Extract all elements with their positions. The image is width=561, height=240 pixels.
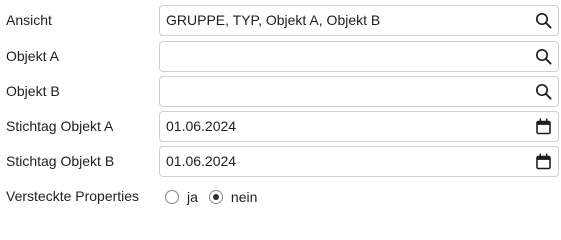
objekt-a-label: Objekt A xyxy=(6,48,59,64)
ansicht-field[interactable]: GRUPPE, TYP, Objekt A, Objekt B xyxy=(159,5,559,36)
search-icon[interactable] xyxy=(535,83,552,100)
radio-ja-label: ja xyxy=(187,188,198,205)
ansicht-row: Ansicht GRUPPE, TYP, Objekt A, Objekt B xyxy=(0,5,561,36)
stichtag-a-date-field[interactable]: 01.06.2024 xyxy=(159,111,559,142)
objekt-b-row: Objekt B xyxy=(0,76,561,107)
objekt-b-label: Objekt B xyxy=(6,83,60,99)
versteckte-properties-label: Versteckte Properties xyxy=(6,188,140,204)
objekt-a-field[interactable] xyxy=(159,41,559,72)
radio-ja[interactable] xyxy=(165,189,179,204)
search-icon[interactable] xyxy=(535,12,552,29)
radio-nein[interactable] xyxy=(208,189,223,204)
stichtag-b-row: Stichtag Objekt B 01.06.2024 xyxy=(0,146,561,177)
search-icon[interactable] xyxy=(535,48,552,65)
ansicht-label: Ansicht xyxy=(6,12,52,28)
stichtag-b-value: 01.06.2024 xyxy=(166,153,237,169)
stichtag-b-label: Stichtag Objekt B xyxy=(6,153,115,169)
versteckte-properties-radio-group: ja nein xyxy=(165,181,268,212)
objekt-b-field[interactable] xyxy=(159,76,559,107)
objekt-a-row: Objekt A xyxy=(0,41,561,72)
calendar-icon[interactable] xyxy=(535,153,552,170)
radio-option-nein[interactable]: nein xyxy=(208,188,258,205)
ansicht-value: GRUPPE, TYP, Objekt A, Objekt B xyxy=(166,12,381,28)
radio-option-ja[interactable]: ja xyxy=(165,189,198,205)
radio-nein-label: nein xyxy=(230,188,258,205)
stichtag-a-label: Stichtag Objekt A xyxy=(6,118,114,134)
stichtag-a-row: Stichtag Objekt A 01.06.2024 xyxy=(0,111,561,142)
properties-form: Ansicht GRUPPE, TYP, Objekt A, Objekt B … xyxy=(0,0,561,208)
stichtag-b-date-field[interactable]: 01.06.2024 xyxy=(159,146,559,177)
calendar-icon[interactable] xyxy=(535,118,552,135)
stichtag-a-value: 01.06.2024 xyxy=(166,118,237,134)
versteckte-properties-row: Versteckte Properties ja nein xyxy=(0,181,561,212)
